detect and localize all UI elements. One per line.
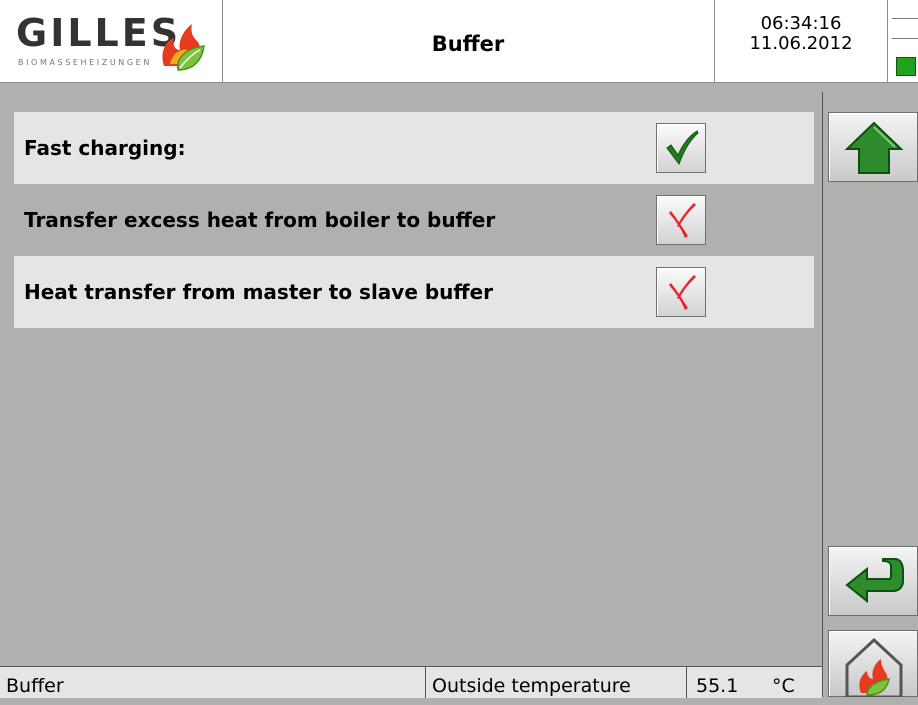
house-up-arrow-icon bbox=[844, 121, 904, 174]
cross-icon bbox=[669, 275, 696, 310]
status-bar: Buffer Outside temperature 55.1 °C bbox=[0, 666, 822, 698]
logo-subtext: BIOMASSEHEIZUNGEN bbox=[18, 58, 152, 67]
checkmark-icon bbox=[666, 130, 699, 166]
status-measurement-unit: °C bbox=[772, 675, 795, 697]
back-button[interactable] bbox=[828, 546, 918, 616]
setting-row-master-slave-transfer: Heat transfer from master to slave buffe… bbox=[14, 256, 814, 328]
house-flame-icon bbox=[845, 637, 903, 697]
flame-leaf-logo-icon bbox=[162, 24, 205, 71]
status-measurement-label: Outside temperature bbox=[432, 675, 631, 697]
cross-icon bbox=[669, 203, 696, 238]
transfer-excess-heat-toggle[interactable] bbox=[656, 195, 706, 245]
sidebar-divider bbox=[822, 92, 823, 697]
clock-date: 11.06.2012 bbox=[749, 33, 853, 54]
page-title: Buffer bbox=[431, 32, 505, 56]
setting-label: Transfer excess heat from boiler to buff… bbox=[24, 208, 496, 232]
clock-display: 06:34:16 11.06.2012 bbox=[714, 0, 888, 82]
status-screen-name: Buffer bbox=[6, 675, 64, 697]
header-bar: GILLES BIOMASSEHEIZUNGEN Buffer 06:34:16… bbox=[0, 0, 918, 83]
clock-time: 06:34:16 bbox=[760, 13, 842, 34]
status-led bbox=[896, 57, 916, 76]
fast-charging-toggle[interactable] bbox=[656, 123, 706, 173]
status-indicator bbox=[886, 0, 918, 82]
setting-label: Fast charging: bbox=[24, 136, 186, 160]
logo-text: GILLES bbox=[16, 11, 182, 55]
status-line-bottom bbox=[892, 38, 918, 39]
boiler-button[interactable] bbox=[828, 630, 918, 697]
brand-logo: GILLES BIOMASSEHEIZUNGEN bbox=[0, 0, 223, 82]
status-line-top bbox=[892, 18, 918, 19]
setting-row-transfer-excess-heat: Transfer excess heat from boiler to buff… bbox=[14, 184, 814, 256]
home-button[interactable] bbox=[828, 112, 918, 182]
status-divider bbox=[686, 667, 687, 698]
return-arrow-icon bbox=[845, 558, 904, 604]
setting-label: Heat transfer from master to slave buffe… bbox=[24, 280, 494, 304]
master-slave-transfer-toggle[interactable] bbox=[656, 267, 706, 317]
status-measurement-value: 55.1 bbox=[696, 675, 739, 697]
setting-row-fast-charging: Fast charging: bbox=[14, 112, 814, 184]
